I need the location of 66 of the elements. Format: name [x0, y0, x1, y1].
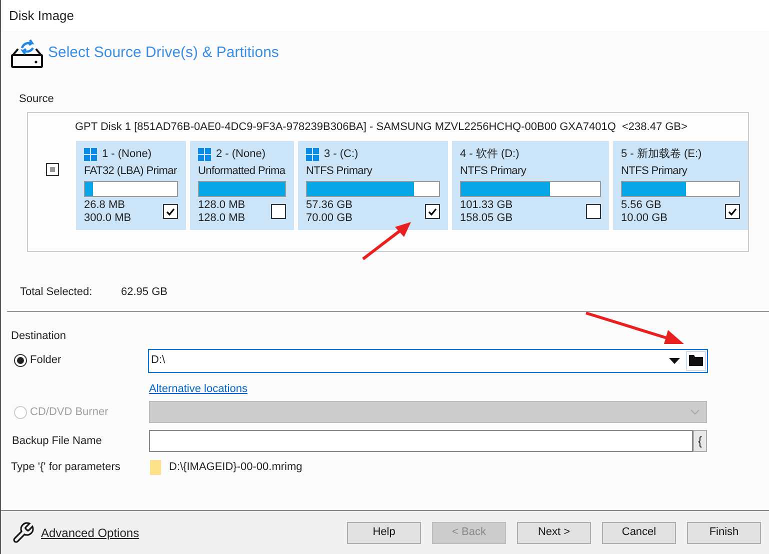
used-size: 57.36 GB — [306, 198, 352, 212]
windows-logo-icon — [84, 148, 97, 160]
page-heading: Select Source Drive(s) & Partitions — [48, 42, 279, 63]
total-selected-value: 62.95 GB — [121, 284, 168, 300]
chevron-down-icon — [690, 409, 700, 415]
partition-title: 3 - (C:) — [324, 146, 358, 162]
checkbox[interactable] — [425, 204, 440, 219]
partition-type: NTFS Primary — [621, 164, 688, 179]
check-icon — [428, 208, 437, 216]
radio-label: Folder — [30, 353, 62, 368]
used-size: 5.56 GB — [621, 198, 662, 212]
used-size: 101.33 GB — [460, 198, 513, 212]
partition-card[interactable]: 5 - 新加载卷 (E:) NTFS Primary 5.56 GB 10.00 GB — [613, 141, 748, 230]
advanced-options-link[interactable]: Advanced Options — [41, 524, 140, 542]
backup-file-name-field[interactable] — [149, 430, 693, 452]
partition-title: 2 - (None) — [216, 146, 266, 162]
partition-title: 5 - 新加载卷 (E:) — [621, 146, 702, 162]
disk-label: GPT Disk 1 [851AD76B-0AE0-4DC9-9F3A-978239B306BA] - SAMSUNG MZVL2256HCHQ-00B00 GXA7401Q <238.47 GB> — [75, 120, 688, 134]
parameter-button[interactable]: { — [693, 430, 707, 452]
total-size: 70.00 GB — [306, 212, 352, 224]
checkbox[interactable] — [163, 204, 178, 219]
drive-sync-icon — [10, 37, 44, 69]
alternative-locations-link[interactable]: Alternative locations — [149, 380, 248, 397]
partition-type: NTFS Primary — [460, 164, 528, 179]
total-size: 300.0 MB — [84, 212, 132, 224]
used-size: 128.0 MB — [198, 198, 246, 212]
browse-folder-button[interactable] — [686, 350, 706, 370]
partition-type: NTFS Primary — [306, 164, 374, 179]
partition-card[interactable]: 2 - (None) Unformatted Prima 128.0 MB 128.0 MB — [190, 141, 294, 230]
partition-type: Unformatted Prima — [198, 164, 286, 179]
checkbox[interactable] — [586, 204, 601, 219]
total-size: 128.0 MB — [198, 212, 246, 224]
used-size: 26.8 MB — [84, 198, 126, 212]
checkbox[interactable] — [725, 204, 740, 219]
field-label: Type '{' for parameters — [11, 460, 122, 475]
section-label: Source — [19, 92, 55, 107]
total-size: 10.00 GB — [621, 212, 668, 224]
example-file-name: D:\{IMAGEID}-00-00.mrimg — [169, 460, 302, 475]
windows-logo-icon — [198, 148, 211, 160]
checkbox[interactable] — [271, 204, 286, 219]
field-label: Backup File Name — [12, 434, 103, 449]
partition-card[interactable]: 3 - (C:) NTFS Primary 57.36 GB 70.00 GB — [298, 141, 448, 230]
folder-icon — [689, 355, 703, 366]
partition-card[interactable]: 4 - 软件 (D:) NTFS Primary 101.33 GB 158.05 GB — [452, 141, 609, 230]
total-selected-label: Total Selected: — [20, 284, 94, 300]
radio-label: CD/DVD Burner — [30, 404, 108, 420]
radio-button[interactable] — [14, 354, 27, 367]
footer-button[interactable]: Finish — [687, 522, 761, 544]
check-icon — [728, 208, 737, 216]
file-icon — [150, 460, 161, 475]
partition-card[interactable]: 1 - (None) FAT32 (LBA) Primar 26.8 MB 300.0 MB — [76, 141, 186, 230]
footer-button[interactable]: Help — [347, 522, 421, 544]
partition-title: 1 - (None) — [102, 146, 152, 162]
partition-title: 4 - 软件 (D:) — [460, 146, 520, 162]
dropdown-arrow-icon[interactable] — [669, 358, 680, 364]
disk-checkbox[interactable] — [46, 163, 58, 176]
footer-button[interactable]: Cancel — [602, 522, 676, 544]
folder-combo[interactable]: D:\ — [148, 348, 708, 372]
partition-type: FAT32 (LBA) Primar — [84, 164, 178, 179]
wrench-icon — [11, 520, 35, 544]
section-label: Destination — [11, 329, 68, 344]
windows-logo-icon — [306, 148, 319, 160]
check-icon — [166, 208, 175, 216]
window-title: Disk Image — [9, 6, 74, 25]
total-size: 158.05 GB — [460, 212, 513, 224]
footer-button[interactable]: Next > — [517, 522, 591, 544]
